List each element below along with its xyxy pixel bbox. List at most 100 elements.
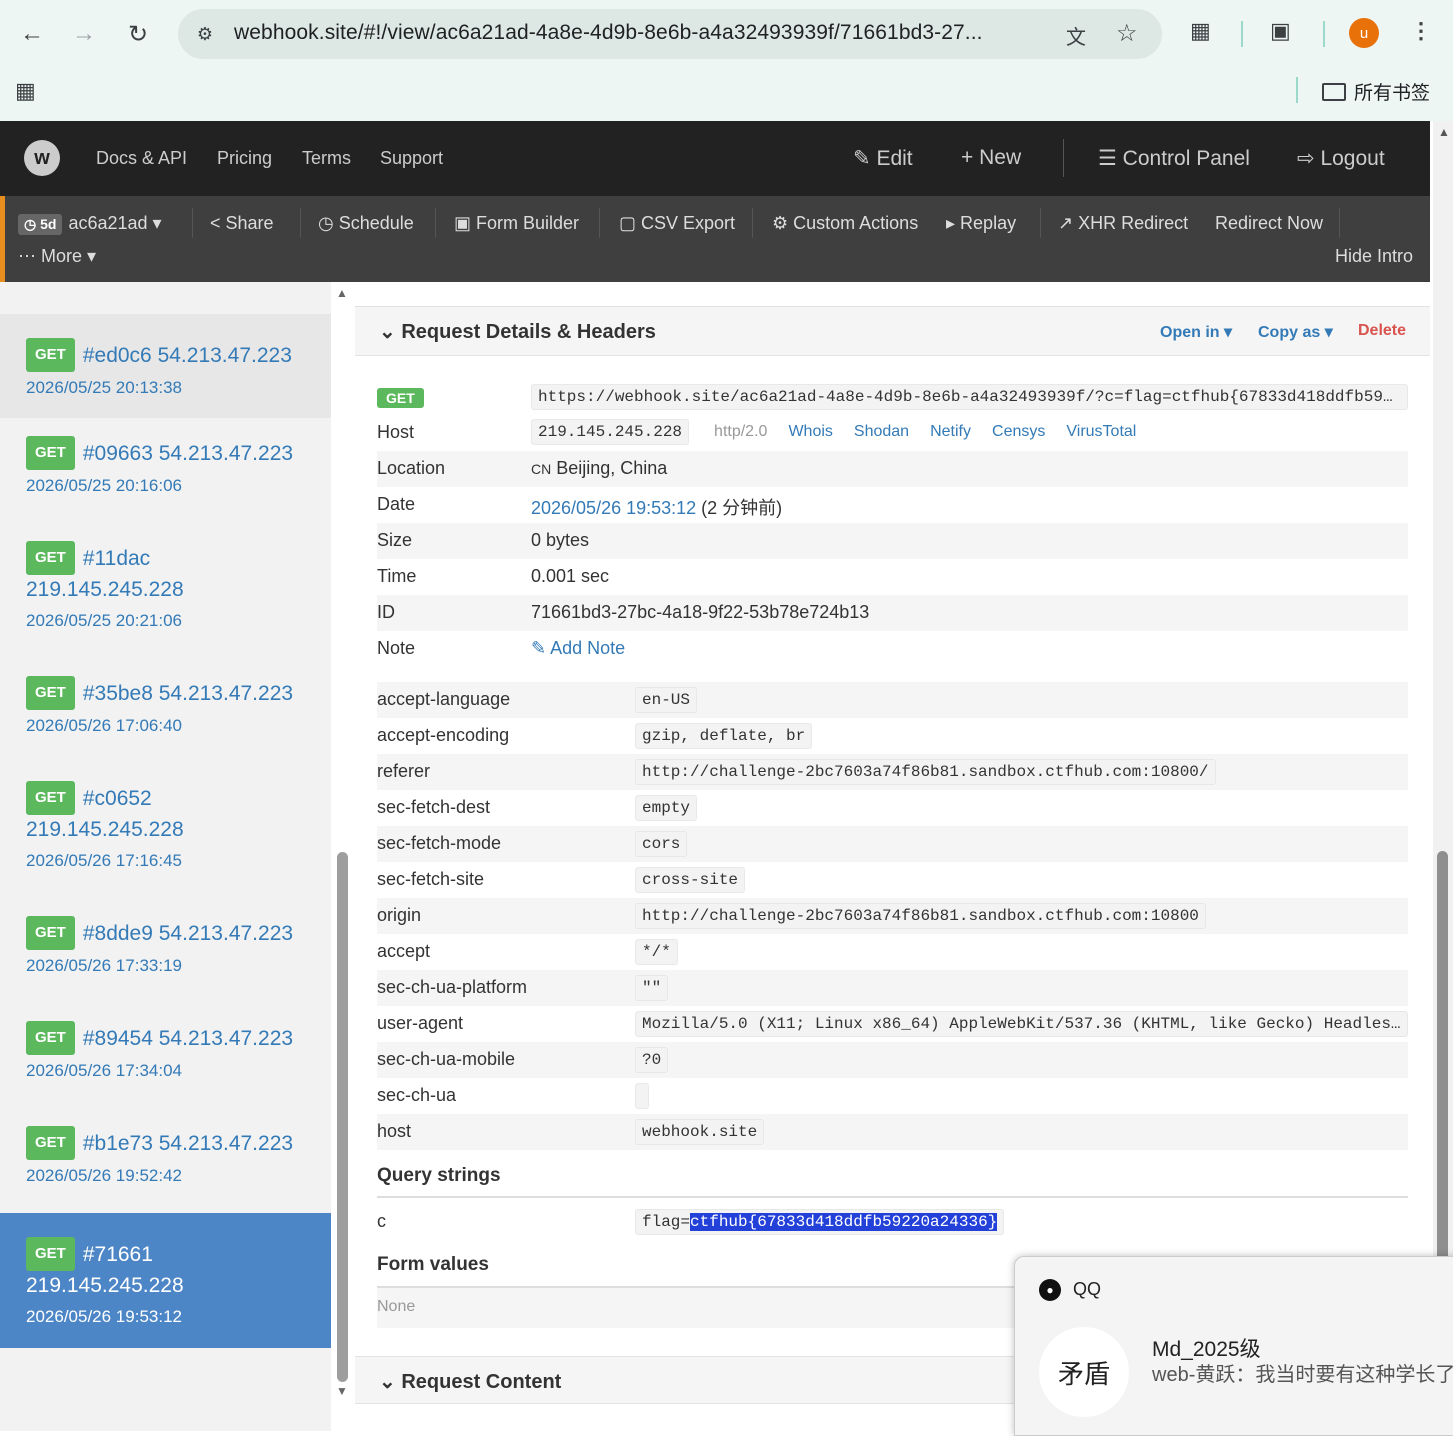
more-dropdown[interactable]: ⋯ More ▾ — [18, 246, 96, 267]
url-text[interactable]: webhook.site/#!/view/ac6a21ad-4a8e-4d9b-… — [234, 21, 983, 45]
scroll-down-icon[interactable]: ▼ — [336, 1384, 348, 1398]
new-button[interactable]: + New — [961, 146, 1021, 170]
hide-intro-button[interactable]: Hide Intro — [1335, 246, 1413, 267]
menu-kebab-icon[interactable]: ⋮ — [1410, 18, 1432, 44]
list-item-selected[interactable]: GET #71661 219.145.245.228 2026/05/26 19:… — [0, 1213, 331, 1348]
protocol: http/2.0 — [714, 423, 768, 440]
new-label: New — [979, 146, 1022, 169]
method-badge: GET — [377, 388, 424, 408]
list-item[interactable]: GET #89454 54.213.47.223 2026/05/26 17:34… — [0, 1021, 331, 1081]
form-builder-button[interactable]: ▣ Form Builder — [454, 213, 579, 234]
forward-arrow-icon[interactable]: → — [64, 14, 104, 54]
list-item[interactable]: GET #09663 54.213.47.223 2026/05/25 20:16… — [0, 436, 331, 496]
details-title[interactable]: ⌄ Request Details & Headers — [379, 319, 656, 344]
header-value[interactable]: Mozilla/5.0 (X11; Linux x86_64) AppleWeb… — [635, 1011, 1408, 1037]
nav-docs-api[interactable]: Docs & API — [96, 148, 187, 169]
list-item[interactable]: GET #b1e73 54.213.47.223 2026/05/26 19:52… — [0, 1126, 331, 1186]
share-button[interactable]: < Share — [210, 213, 274, 234]
toolbar-accent — [0, 196, 5, 282]
profile-avatar[interactable]: u — [1349, 18, 1379, 48]
header-value[interactable]: empty — [635, 795, 698, 821]
clock-icon: ◷ — [24, 216, 41, 232]
censys-link[interactable]: Censys — [992, 423, 1045, 440]
flag-highlight[interactable]: ctfhub{67833d418ddfb59220a24336} — [690, 1213, 998, 1231]
csv-export-button[interactable]: ▢ CSV Export — [619, 213, 735, 234]
page-scrollbar[interactable]: ▲ — [1433, 121, 1453, 1431]
apps-grid-icon[interactable]: ▦ — [15, 78, 36, 104]
host-ip[interactable]: 219.145.245.228 — [531, 419, 690, 445]
all-bookmarks-button[interactable]: 所有书签 — [1322, 78, 1430, 105]
sidebar-scrollbar[interactable]: ▲ ▼ — [336, 282, 350, 1431]
webhook-site: w Docs & API Pricing Terms Support ✎ Edi… — [0, 121, 1430, 1431]
back-arrow-icon[interactable]: ← — [12, 14, 52, 54]
date-relative: (2 分钟前) — [701, 498, 783, 518]
shodan-link[interactable]: Shodan — [854, 423, 909, 440]
date-link[interactable]: 2026/05/26 19:53:12 — [531, 498, 696, 518]
nav-terms[interactable]: Terms — [302, 148, 351, 169]
list-item[interactable]: GET #8dde9 54.213.47.223 2026/05/26 17:33… — [0, 916, 331, 976]
header-value[interactable]: gzip, deflate, br — [635, 723, 813, 749]
delete-button[interactable]: Delete — [1358, 322, 1406, 340]
sidebar-scroll-thumb[interactable] — [337, 852, 348, 1382]
header-value[interactable]: webhook.site — [635, 1119, 765, 1145]
size-value: 0 bytes — [531, 530, 590, 550]
media-search-icon[interactable]: ▣ — [1270, 18, 1291, 44]
scroll-up-icon[interactable]: ▲ — [336, 286, 348, 300]
request-id: GET #89454 54.213.47.223 — [26, 1021, 305, 1055]
share-icon: < — [210, 213, 226, 233]
schedule-button[interactable]: ◷ Schedule — [318, 213, 414, 234]
request-content-text: Request Content — [401, 1371, 562, 1393]
translate-icon[interactable]: 文 — [1066, 21, 1086, 50]
nav-pricing[interactable]: Pricing — [217, 148, 272, 169]
custom-actions-button[interactable]: ⚙ Custom Actions — [772, 213, 918, 234]
replay-button[interactable]: ▸ Replay — [946, 213, 1016, 234]
redirect-now-button[interactable]: Redirect Now — [1215, 213, 1323, 234]
query-strings-title: Query strings — [377, 1165, 501, 1186]
address-bar[interactable]: ⚙ webhook.site/#!/view/ac6a21ad-4a8e-4d9… — [178, 9, 1162, 59]
control-panel-button[interactable]: ☰ Control Panel — [1098, 146, 1250, 171]
extensions-icon[interactable]: ▦ — [1190, 18, 1211, 44]
header-value[interactable]: ?0 — [635, 1047, 669, 1073]
nav-support[interactable]: Support — [380, 148, 443, 169]
open-in-dropdown[interactable]: Open in ▾ — [1160, 322, 1232, 342]
webhook-logo-icon[interactable]: w — [24, 140, 60, 176]
add-note-link[interactable]: ✎ Add Note — [531, 638, 625, 659]
request-content-title[interactable]: ⌄ Request Content — [379, 1369, 561, 1394]
header-value[interactable]: cors — [635, 831, 688, 857]
token-dropdown[interactable]: ◷ 5d ac6a21ad ▾ — [18, 213, 162, 235]
header-row: user-agent Mozilla/5.0 (X11; Linux x86_64… — [377, 1006, 1408, 1042]
header-value[interactable]: cross-site — [635, 867, 746, 893]
reload-icon[interactable]: ↻ — [118, 14, 158, 54]
page-scroll-thumb[interactable] — [1437, 851, 1448, 1271]
sliders-icon: ☰ — [1098, 147, 1123, 170]
query-key: c — [377, 1211, 386, 1231]
virustotal-link[interactable]: VirusTotal — [1066, 423, 1136, 440]
whois-link[interactable]: Whois — [788, 423, 832, 440]
header-value[interactable]: "" — [635, 975, 669, 1001]
scroll-up-icon[interactable]: ▲ — [1438, 125, 1450, 139]
copy-as-dropdown[interactable]: Copy as ▾ — [1258, 322, 1333, 342]
header-value[interactable] — [635, 1083, 649, 1109]
query-value[interactable]: flag=ctfhub{67833d418ddfb59220a24336} — [635, 1209, 1005, 1235]
sender-name: Md_2025级 — [1152, 1338, 1261, 1361]
header-value[interactable]: en-US — [635, 687, 698, 713]
site-settings-icon[interactable]: ⚙ — [192, 21, 218, 47]
header-value[interactable]: http://challenge-2bc7603a74f86b81.sandbo… — [635, 903, 1206, 929]
list-item[interactable]: GET #ed0c6 54.213.47.223 2026/05/25 20:13… — [0, 314, 331, 418]
header-value[interactable]: http://challenge-2bc7603a74f86b81.sandbo… — [635, 759, 1216, 785]
xhr-redirect-button[interactable]: ↗ XHR Redirect — [1058, 213, 1188, 234]
header-row: accept-language en-US — [377, 682, 1408, 718]
edit-button[interactable]: ✎ Edit — [853, 146, 913, 171]
list-item[interactable]: GET #c0652 219.145.245.228 2026/05/26 17:… — [0, 781, 331, 871]
top-navbar: w Docs & API Pricing Terms Support ✎ Edi… — [0, 121, 1430, 196]
qq-notification[interactable]: ● QQ 矛盾 Md_2025级 web-黄跃：我当时要有这种学长了 — [1014, 1256, 1453, 1436]
list-item[interactable]: GET #35be8 54.213.47.223 2026/05/26 17:06… — [0, 676, 331, 736]
netify-link[interactable]: Netify — [930, 423, 971, 440]
file-icon: ▢ — [619, 213, 642, 233]
country-code: CN — [531, 461, 552, 477]
logout-button[interactable]: ⇨ Logout — [1297, 146, 1385, 171]
list-item[interactable]: GET #11dac 219.145.245.228 2026/05/25 20:… — [0, 541, 331, 631]
star-icon[interactable]: ☆ — [1116, 19, 1138, 48]
header-value[interactable]: */* — [635, 939, 678, 965]
full-url[interactable]: https://webhook.site/ac6a21ad-4a8e-4d9b-… — [531, 384, 1408, 410]
